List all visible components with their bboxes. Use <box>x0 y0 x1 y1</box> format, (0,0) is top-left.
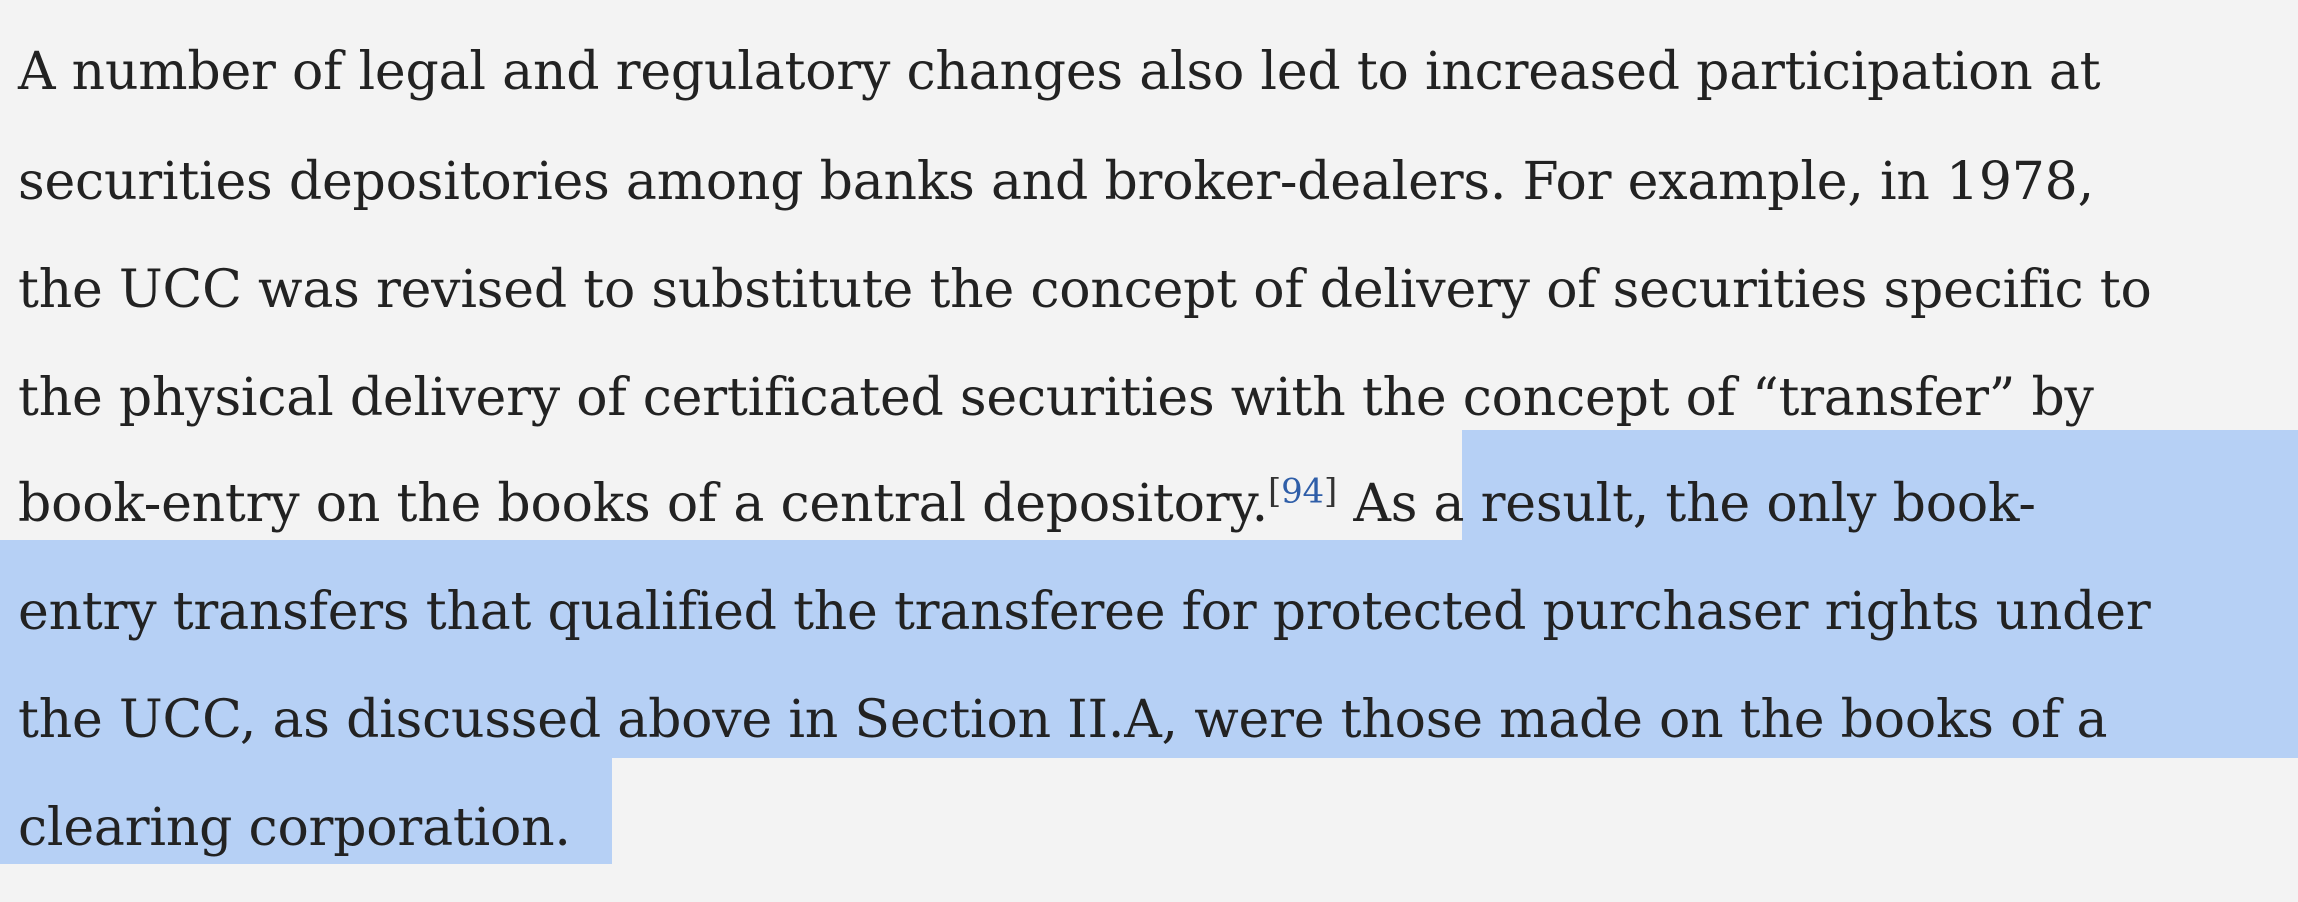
paragraph-line-selected[interactable]: clearing corporation. <box>18 796 571 860</box>
paragraph-line-selected[interactable]: the UCC, as discussed above in Section I… <box>18 688 2108 752</box>
paragraph-line-text[interactable]: book-entry on the books of a central dep… <box>18 474 1268 534</box>
footnote-close-bracket: ] <box>1323 471 1338 512</box>
paragraph-line[interactable]: A number of legal and regulatory changes… <box>18 40 2101 104</box>
paragraph-line-with-footnote[interactable]: book-entry on the books of a central dep… <box>18 472 2036 536</box>
selected-text[interactable]: As a result, the only book- <box>1337 474 2036 534</box>
document-page: A number of legal and regulatory changes… <box>0 0 2298 902</box>
paragraph-line[interactable]: securities depositories among banks and … <box>18 150 2094 214</box>
paragraph-line-selected[interactable]: entry transfers that qualified the trans… <box>18 580 2151 644</box>
footnote-open-bracket: [ <box>1267 471 1282 512</box>
paragraph-line[interactable]: the UCC was revised to substitute the co… <box>18 258 2152 322</box>
footnote-reference[interactable]: [94] <box>1268 471 1337 511</box>
footnote-link[interactable]: 94 <box>1281 471 1324 511</box>
paragraph-line[interactable]: the physical delivery of certificated se… <box>18 366 2094 430</box>
